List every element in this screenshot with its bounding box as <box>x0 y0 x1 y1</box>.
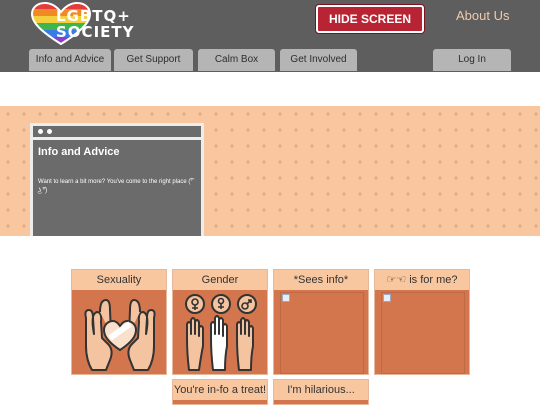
window-dot-icon <box>38 129 43 134</box>
info-panel: Info and Advice Want to learn a bit more… <box>30 123 204 236</box>
tab-info-and-advice[interactable]: Info and Advice <box>29 49 111 71</box>
about-us-link[interactable]: About Us <box>456 8 509 23</box>
login-button[interactable]: Log In <box>433 49 511 71</box>
logo-text: LGBTQ+ SOCIETY <box>56 8 134 40</box>
raised-hands-gender-icon <box>185 294 257 371</box>
hands-heart-icon <box>84 299 156 371</box>
card-label: Gender <box>173 270 267 290</box>
site-logo[interactable]: LGBTQ+ SOCIETY <box>30 2 146 46</box>
panel-body: Info and Advice Want to learn a bit more… <box>33 140 201 236</box>
tab-calm-box[interactable]: Calm Box <box>198 49 275 71</box>
tab-get-support[interactable]: Get Support <box>114 49 193 71</box>
card-label: You're in-fo a treat! <box>173 380 267 400</box>
broken-image-icon <box>280 292 364 374</box>
logo-line-2: SOCIETY <box>56 23 135 41</box>
panel-titlebar <box>33 126 201 137</box>
panel-text: Want to learn a bit more? You've come to… <box>38 179 193 194</box>
card-gender[interactable]: Gender <box>172 269 268 375</box>
card-sees-info[interactable]: *Sees info* <box>273 269 369 375</box>
card-label: I'm hilarious... <box>274 380 368 400</box>
tab-get-involved[interactable]: Get Involved <box>280 49 357 71</box>
card-is-for-me[interactable]: ☞☜ is for me? <box>374 269 470 375</box>
card-label: Sexuality <box>72 270 166 290</box>
site-header: LGBTQ+ SOCIETY HIDE SCREEN About Us Info… <box>0 0 540 72</box>
window-dot-icon <box>47 129 52 134</box>
panel-title: Info and Advice <box>38 146 120 158</box>
card-hilarious[interactable]: I'm hilarious... <box>273 379 369 405</box>
card-in-fo-a-treat[interactable]: You're in-fo a treat! <box>172 379 268 405</box>
card-sexuality[interactable]: Sexuality <box>71 269 167 375</box>
hide-screen-button[interactable]: HIDE SCREEN <box>316 5 424 33</box>
card-label: ☞☜ is for me? <box>375 270 469 290</box>
broken-image-icon <box>381 292 465 374</box>
card-label: *Sees info* <box>274 270 368 290</box>
logo-line-1: LGBTQ+ <box>56 7 131 25</box>
